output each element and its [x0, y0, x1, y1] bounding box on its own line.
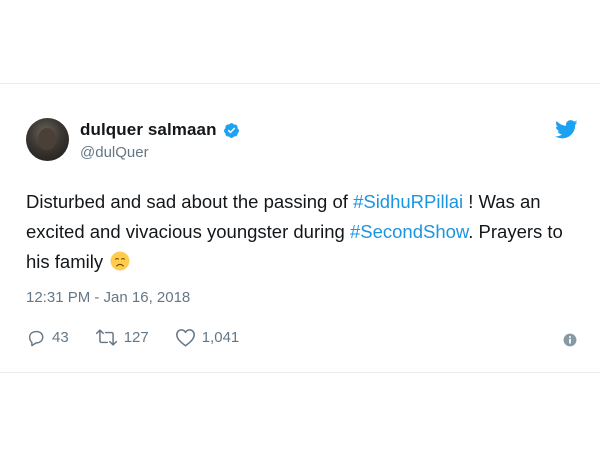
- twitter-bird-icon[interactable]: [555, 120, 578, 139]
- like-count: 1,041: [201, 329, 240, 346]
- info-icon[interactable]: [563, 333, 577, 347]
- verified-badge-icon: [223, 122, 239, 138]
- tweet-text-part: Disturbed and sad about the passing of: [26, 191, 354, 212]
- author-row: dulquer salmaan: [80, 120, 240, 140]
- retweet-count: 127: [123, 329, 149, 346]
- retweet-button[interactable]: 127: [95, 328, 149, 347]
- disappointed-face-emoji: [110, 251, 130, 271]
- display-name[interactable]: dulquer salmaan: [80, 120, 217, 140]
- tweet-text: Disturbed and sad about the passing of #…: [26, 187, 581, 277]
- heart-icon: [175, 329, 195, 347]
- tweet-timestamp[interactable]: 12:31 PM - Jan 16, 2018: [26, 289, 190, 306]
- hashtag-link[interactable]: #SecondShow: [350, 221, 468, 242]
- tweet-card: dulquer salmaan @dulQuer Disturbed and s…: [0, 83, 600, 373]
- tweet-actions: 43 127 1,041: [26, 328, 265, 347]
- user-handle[interactable]: @dulQuer: [80, 144, 149, 161]
- avatar[interactable]: [26, 118, 69, 161]
- reply-icon: [28, 330, 44, 347]
- retweet-icon: [95, 329, 117, 346]
- hashtag-link[interactable]: #SidhuRPillai: [353, 191, 463, 212]
- reply-count: 43: [52, 329, 69, 346]
- reply-button[interactable]: 43: [26, 328, 69, 347]
- like-button[interactable]: 1,041: [175, 328, 240, 347]
